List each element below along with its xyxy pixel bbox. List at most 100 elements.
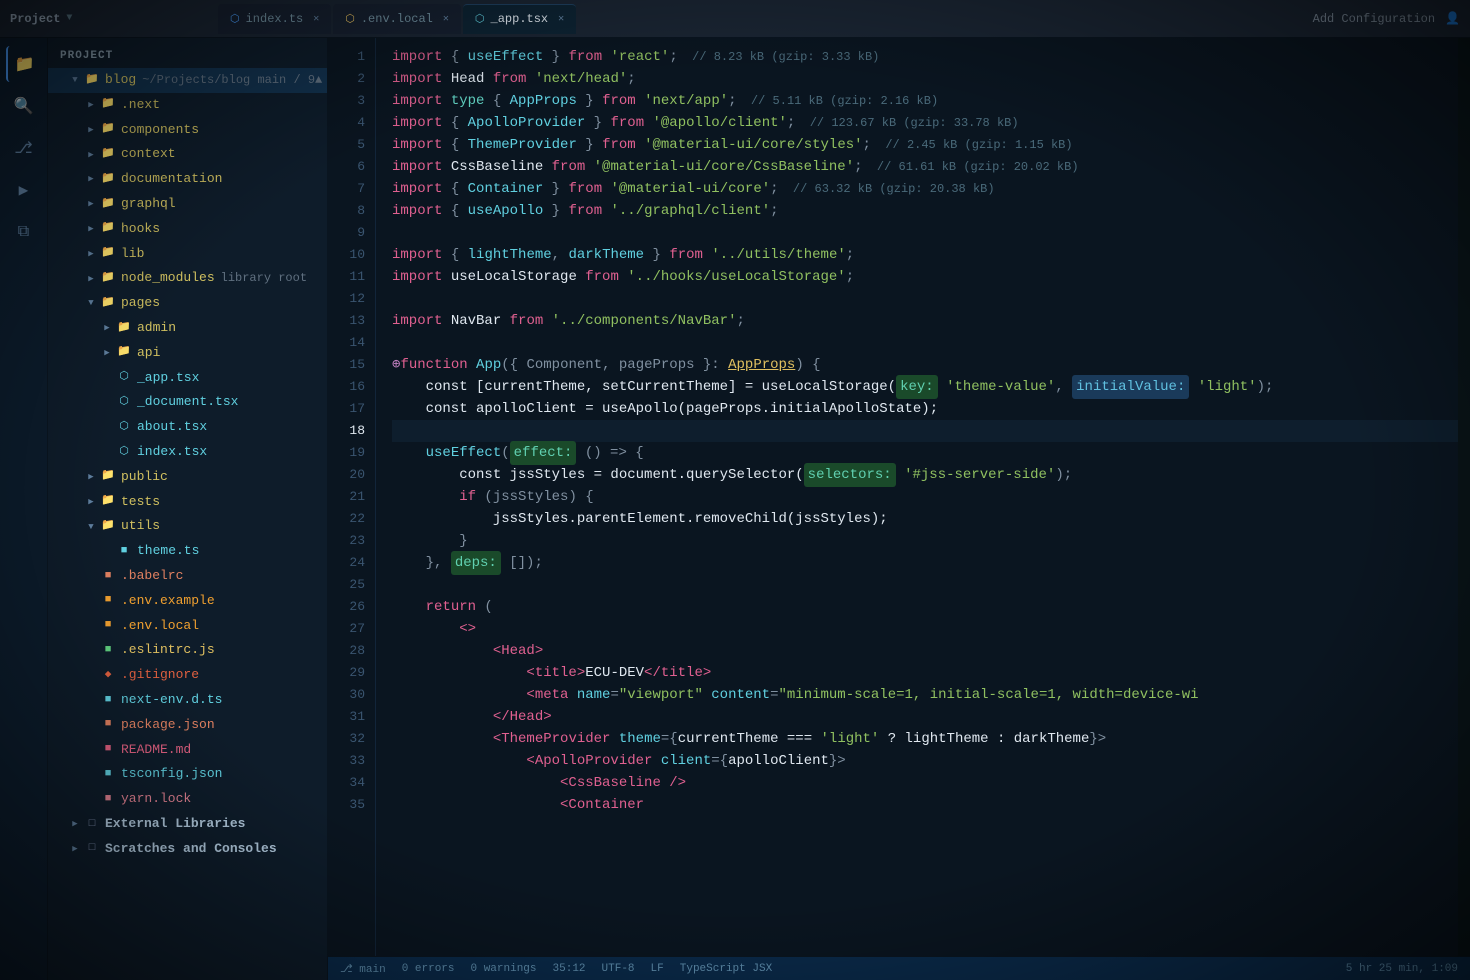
line-num-28: 28: [328, 640, 375, 662]
git-branch-status[interactable]: ⎇ main: [340, 962, 386, 976]
folder-icon: 📁: [100, 97, 116, 113]
jsx-attr: name: [577, 684, 611, 706]
punct: }: [543, 178, 568, 200]
tree-item-components[interactable]: ▶ 📁 components: [48, 118, 327, 143]
arrow-icon: ▶: [84, 272, 98, 286]
tree-label: hooks: [121, 219, 160, 240]
tree-item-hooks[interactable]: ▶ 📁 hooks: [48, 217, 327, 242]
tree-item-node-modules[interactable]: ▶ 📁 node_modules library root: [48, 266, 327, 291]
jsx-tag: </Head>: [493, 706, 552, 728]
tree-item-eslintrc[interactable]: ▶ ■ .eslintrc.js: [48, 638, 327, 663]
tab-close-icon[interactable]: ✕: [313, 13, 319, 25]
keyword: import: [392, 46, 442, 68]
tree-item-scratches[interactable]: ▶ □ Scratches and Consoles: [48, 837, 327, 862]
line-num-15: 15: [328, 354, 375, 376]
string: '../components/NavBar': [543, 310, 736, 332]
keyword-from: from: [493, 68, 527, 90]
tree-item-document-tsx[interactable]: ▶ ⬡ _document.tsx: [48, 390, 327, 415]
tree-item-lib[interactable]: ▶ 📁 lib: [48, 242, 327, 267]
tree-item-babelrc[interactable]: ▶ ■ .babelrc: [48, 564, 327, 589]
add-config-label[interactable]: Add Configuration: [1313, 12, 1435, 26]
tree-item-app-tsx[interactable]: ▶ ⬡ _app.tsx: [48, 366, 327, 391]
keyword: import: [392, 266, 442, 288]
project-chevron-icon[interactable]: ▼: [66, 13, 72, 24]
string: '@apollo/client': [644, 112, 787, 134]
code-line-26: return (: [392, 596, 1458, 618]
identifier: AppProps: [510, 90, 577, 112]
tree-item-env-example[interactable]: ▶ ■ .env.example: [48, 589, 327, 614]
string: 'react': [602, 46, 669, 68]
tree-item-index-tsx[interactable]: ▶ ⬡ index.tsx: [48, 440, 327, 465]
code-line-1: import { useEffect } from 'react' ; // 8…: [392, 46, 1458, 68]
language-status[interactable]: TypeScript JSX: [680, 963, 772, 975]
punct: {: [442, 200, 467, 222]
tree-item-next[interactable]: ▶ 📁 .next: [48, 93, 327, 118]
line-num-18: 18: [328, 420, 375, 442]
tree-label: about.tsx: [137, 417, 207, 438]
folder-icon: 📁: [100, 271, 116, 287]
tree-item-blog[interactable]: ▼ 📁 blog ~/Projects/blog main / 9▲: [48, 68, 327, 93]
arrow-icon: ▶: [84, 470, 98, 484]
search-icon[interactable]: 🔍: [6, 88, 42, 124]
jsx-attr: client: [661, 750, 711, 772]
size-comment: // 61.61 kB (gzip: 20.02 kB): [863, 156, 1079, 178]
code-text: [392, 750, 526, 772]
tree-item-tests[interactable]: ▶ 📁 tests: [48, 490, 327, 515]
tree-item-pages[interactable]: ▼ 📁 pages: [48, 291, 327, 316]
tree-item-admin[interactable]: ▶ 📁 admin: [48, 316, 327, 341]
line-num-13: 13: [328, 310, 375, 332]
title-bar-right: Add Configuration 👤: [1313, 11, 1460, 26]
tree-item-public[interactable]: ▶ 📁 public: [48, 465, 327, 490]
tree-item-theme-ts[interactable]: ▶ ■ theme.ts: [48, 539, 327, 564]
tab-close-icon[interactable]: ✕: [443, 13, 449, 25]
line-num-25: 25: [328, 574, 375, 596]
code-line-27: <>: [392, 618, 1458, 640]
line-num-1: 1: [328, 46, 375, 68]
tree-item-tsconfig[interactable]: ▶ ■ tsconfig.json: [48, 762, 327, 787]
tab-app-tsx[interactable]: ⬡ _app.tsx ✕: [463, 4, 576, 34]
code-area[interactable]: import { useEffect } from 'react' ; // 8…: [376, 38, 1458, 956]
time-status: 5 hr 25 min, 1:09: [1346, 963, 1458, 975]
code-line-23: }: [392, 530, 1458, 552]
tab-env-local[interactable]: ⬡ .env.local ✕: [333, 4, 461, 34]
line-num-27: 27: [328, 618, 375, 640]
git-icon[interactable]: ⎇: [6, 130, 42, 166]
tree-item-readme[interactable]: ▶ ■ README.md: [48, 738, 327, 763]
folder-icon: 📁: [100, 246, 116, 262]
line-num-35: 35: [328, 794, 375, 816]
tree-item-utils[interactable]: ▼ 📁 utils: [48, 514, 327, 539]
tree-item-context[interactable]: ▶ 📁 context: [48, 142, 327, 167]
code-text: [392, 640, 493, 662]
debug-icon[interactable]: ▶: [6, 172, 42, 208]
tree-item-env-local[interactable]: ▶ ■ .env.local: [48, 614, 327, 639]
explorer-icon[interactable]: 📁: [6, 46, 42, 82]
extensions-icon[interactable]: ⧉: [6, 214, 42, 250]
code-text: [392, 618, 459, 640]
code-line-11: import useLocalStorage from '../hooks/us…: [392, 266, 1458, 288]
tree-item-graphql[interactable]: ▶ 📁 graphql: [48, 192, 327, 217]
code-line-9: [392, 222, 1458, 244]
code-line-5: import { ThemeProvider } from '@material…: [392, 134, 1458, 156]
param-hint-key: key:: [896, 375, 938, 399]
sidebar-header: Project: [48, 44, 327, 68]
punct: {: [484, 90, 509, 112]
tree-item-package-json[interactable]: ▶ ■ package.json: [48, 713, 327, 738]
tree-label: yarn.lock: [121, 789, 191, 810]
size-comment: // 5.11 kB (gzip: 2.16 kB): [737, 90, 939, 112]
arrow-icon: ▶: [100, 346, 114, 360]
tree-item-external-libs[interactable]: ▶ □ External Libraries: [48, 812, 327, 837]
tree-item-gitignore[interactable]: ▶ ◆ .gitignore: [48, 663, 327, 688]
tree-item-documentation[interactable]: ▶ 📁 documentation: [48, 167, 327, 192]
keyword: import: [392, 112, 442, 134]
line-num-9: 9: [328, 222, 375, 244]
tree-item-about-tsx[interactable]: ▶ ⬡ about.tsx: [48, 415, 327, 440]
tab-index-ts[interactable]: ⬡ index.ts ✕: [218, 4, 331, 34]
tree-label: tsconfig.json: [121, 764, 222, 785]
tree-item-yarn-lock[interactable]: ▶ ■ yarn.lock: [48, 787, 327, 812]
jsx-tag: <ThemeProvider: [493, 728, 619, 750]
tree-item-api[interactable]: ▶ 📁 api: [48, 341, 327, 366]
tree-label: context: [121, 144, 176, 165]
tree-item-next-env[interactable]: ▶ ■ next-env.d.ts: [48, 688, 327, 713]
tab-close-icon[interactable]: ✕: [558, 13, 564, 25]
tree-label: .env.local: [121, 616, 199, 637]
